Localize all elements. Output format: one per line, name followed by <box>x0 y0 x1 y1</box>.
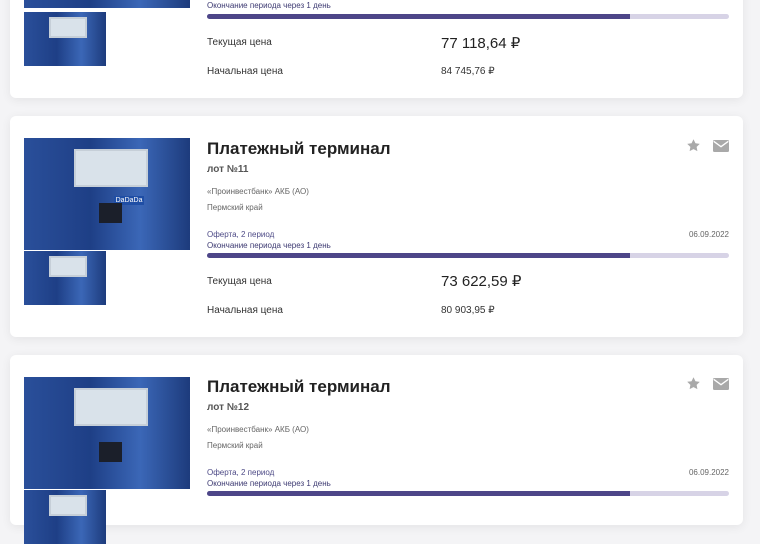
start-price: 80 903,95 ₽ <box>441 305 495 316</box>
star-icon[interactable] <box>686 138 701 153</box>
lot-number: лот №12 <box>207 402 250 413</box>
period-progress-track <box>207 14 729 19</box>
lot-title[interactable]: Платежный терминал <box>207 139 391 159</box>
start-price-label: Начальная цена <box>207 66 283 77</box>
lot-image-main[interactable] <box>24 377 190 489</box>
mail-icon[interactable] <box>713 377 729 390</box>
lot-image-main[interactable]: DaDaDa <box>24 138 190 250</box>
lot-image-thumb[interactable] <box>24 12 106 66</box>
start-price: 84 745,76 ₽ <box>441 66 495 77</box>
lot-card-3[interactable]: Платежный терминал лот №12 «Проинвестбан… <box>10 355 743 544</box>
star-icon[interactable] <box>686 376 701 391</box>
lot-image-thumb[interactable] <box>24 251 106 305</box>
lot-number: лот №11 <box>207 164 249 175</box>
lot-card-2[interactable]: DaDaDa Платежный терминал лот №11 «Проин… <box>10 116 743 337</box>
start-price-label: Начальная цена <box>207 305 283 316</box>
region: Пермский край <box>207 441 263 450</box>
period-end-text: Окончание периода через 1 день <box>207 1 331 10</box>
offer-period: Оферта, 2 период <box>207 468 275 477</box>
current-price-label: Текущая цена <box>207 276 272 287</box>
period-end-text: Окончание периода через 1 день <box>207 241 331 250</box>
lot-image-thumb[interactable] <box>24 490 106 544</box>
period-progress-fill <box>207 14 630 19</box>
current-price: 73 622,59 ₽ <box>441 273 522 290</box>
period-progress-fill <box>207 491 630 496</box>
card-actions <box>686 138 729 153</box>
offer-period: Оферта, 2 период <box>207 230 275 239</box>
offer-date: 06.09.2022 <box>688 230 729 239</box>
current-price-label: Текущая цена <box>207 37 272 48</box>
period-end-text: Окончание периода через 1 день <box>207 479 331 488</box>
period-progress-track <box>207 253 729 258</box>
lot-card-1[interactable]: Окончание периода через 1 день Текущая ц… <box>10 0 743 98</box>
offer-date: 06.09.2022 <box>688 468 729 477</box>
card-actions <box>686 376 729 391</box>
mail-icon[interactable] <box>713 139 729 152</box>
lot-image-main[interactable] <box>24 0 190 8</box>
lot-title[interactable]: Платежный терминал <box>207 377 391 397</box>
period-progress-fill <box>207 253 630 258</box>
period-progress-track <box>207 491 729 496</box>
organizer: «Проинвестбанк» АКБ (АО) <box>207 187 309 196</box>
current-price: 77 118,64 ₽ <box>441 35 521 52</box>
region: Пермский край <box>207 203 263 212</box>
organizer: «Проинвестбанк» АКБ (АО) <box>207 425 309 434</box>
